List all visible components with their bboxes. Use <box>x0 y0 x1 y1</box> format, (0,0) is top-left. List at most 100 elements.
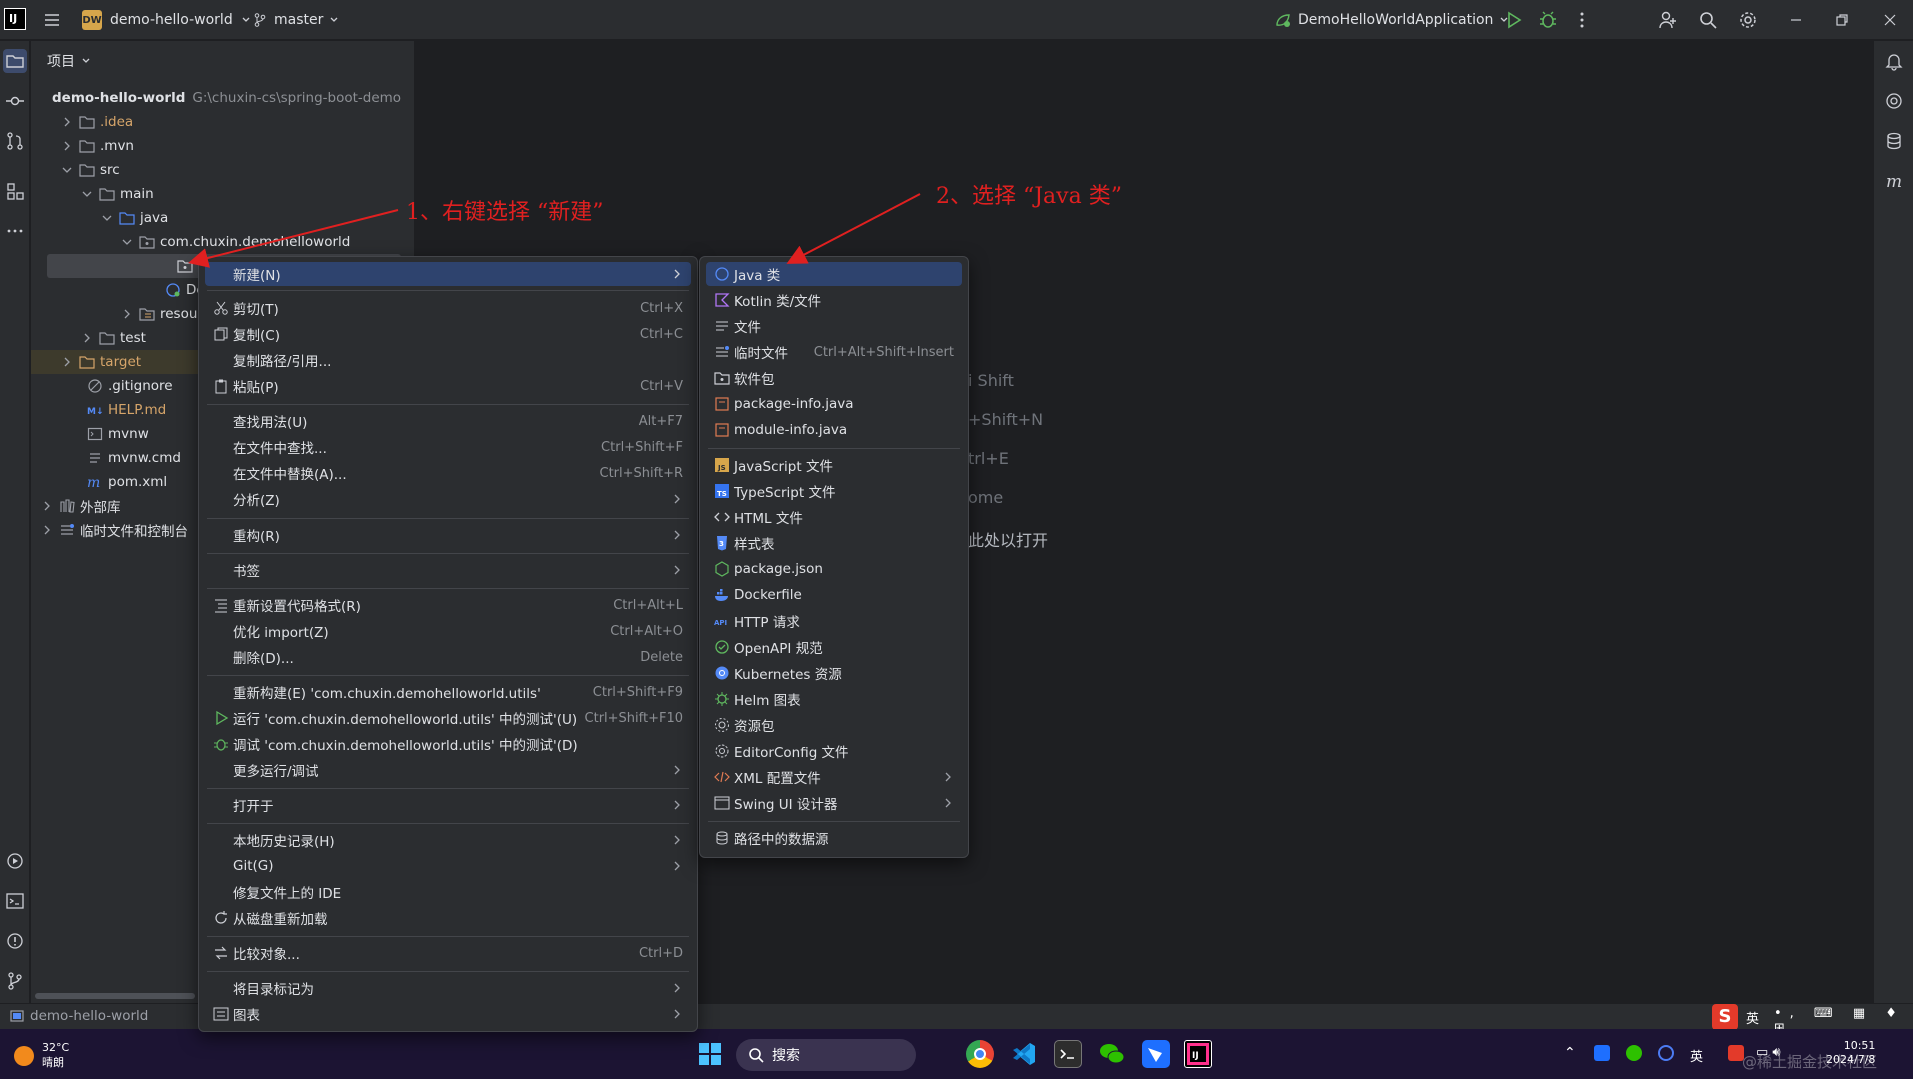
submenu-item-package-info[interactable]: package-info.java <box>706 392 962 416</box>
submenu-item-package-json[interactable]: package.json <box>706 557 962 581</box>
menu-item-rebuild[interactable]: 重新构建(E) 'com.chuxin.demohelloworld.utils… <box>205 680 691 704</box>
more-actions-icon[interactable] <box>1572 10 1592 30</box>
submenu-item-openapi[interactable]: OpenAPI 规范 <box>706 635 962 659</box>
services-icon[interactable] <box>5 851 25 871</box>
main-menu-icon[interactable] <box>42 10 62 30</box>
ime-mode[interactable]: 英 <box>1746 1008 1759 1027</box>
tree-item[interactable]: main <box>31 182 401 206</box>
submenu-item-html[interactable]: HTML 文件 <box>706 505 962 529</box>
menu-item-open-in[interactable]: 打开于 <box>205 793 691 817</box>
tree-item[interactable]: .idea <box>31 110 401 134</box>
code-with-me-icon[interactable] <box>1658 10 1678 30</box>
breadcrumb[interactable]: demo-hello-world <box>10 1008 148 1024</box>
project-folder-icon[interactable] <box>3 49 27 73</box>
structure-icon[interactable] <box>5 181 25 201</box>
submenu-item-data-source[interactable]: 路径中的数据源 <box>706 826 962 850</box>
tree-item[interactable]: src <box>31 158 401 182</box>
tree-item[interactable]: java <box>31 206 401 230</box>
submenu-item-java-class[interactable]: Java 类 <box>706 262 962 286</box>
minimize-icon[interactable] <box>1786 10 1806 30</box>
menu-item-find-in-files[interactable]: 在文件中查找... Ctrl+Shift+F <box>205 435 691 459</box>
submenu-item-package[interactable]: 软件包 <box>706 366 962 390</box>
submenu-item-swing-ui[interactable]: Swing UI 设计器 <box>706 791 962 815</box>
database-icon[interactable] <box>1884 131 1904 151</box>
tree-root[interactable]: demo-hello-world G:\chuxin-cs\spring-boo… <box>31 86 401 110</box>
tree-item[interactable]: .mvn <box>31 134 401 158</box>
submenu-item-kotlin[interactable]: Kotlin 类/文件 <box>706 288 962 312</box>
submenu-item-xml-config[interactable]: XML 配置文件 <box>706 765 962 789</box>
terminal-icon[interactable] <box>5 891 25 911</box>
menu-item-refactor[interactable]: 重构(R) <box>205 523 691 547</box>
language-indicator[interactable]: 英 <box>1690 1046 1703 1065</box>
tray-feishu-icon[interactable] <box>1594 1045 1610 1061</box>
submenu-item-helm-chart[interactable]: Helm 图表 <box>706 687 962 711</box>
menu-item-new[interactable]: 新建(N) <box>205 262 691 286</box>
vscode-icon[interactable] <box>1010 1040 1038 1068</box>
tray-wechat-icon[interactable] <box>1626 1045 1642 1061</box>
restore-icon[interactable] <box>1832 10 1852 30</box>
submenu-item-typescript[interactable]: TS TypeScript 文件 <box>706 479 962 503</box>
menu-item-bookmarks[interactable]: 书签 <box>205 558 691 582</box>
menu-item-find-usages[interactable]: 查找用法(U) Alt+F7 <box>205 409 691 433</box>
maven-icon[interactable]: m <box>1884 171 1904 191</box>
submenu-item-kubernetes[interactable]: Kubernetes 资源 <box>706 661 962 685</box>
menu-item-reload-from-disk[interactable]: 从磁盘重新加载 <box>205 906 691 930</box>
submenu-item-dockerfile[interactable]: Dockerfile <box>706 583 962 607</box>
pull-requests-icon[interactable] <box>5 131 25 151</box>
wechat-icon[interactable] <box>1098 1040 1126 1068</box>
taskbar-search[interactable]: 搜索 <box>736 1039 916 1071</box>
submenu-item-javascript[interactable]: JS JavaScript 文件 <box>706 453 962 477</box>
sogou-ime-icon[interactable]: S <box>1712 1004 1738 1030</box>
menu-item-paste[interactable]: 粘贴(P) Ctrl+V <box>205 374 691 398</box>
menu-item-debug-tests[interactable]: 调试 'com.chuxin.demohelloworld.utils' 中的测… <box>205 732 691 756</box>
menu-item-compare-with[interactable]: 比较对象... Ctrl+D <box>205 941 691 965</box>
menu-item-local-history[interactable]: 本地历史记录(H) <box>205 828 691 852</box>
menu-item-git[interactable]: Git(G) <box>205 854 691 878</box>
debug-icon[interactable] <box>1538 10 1558 30</box>
submenu-item-resource-bundle[interactable]: 资源包 <box>706 713 962 737</box>
submenu-item-editorconfig[interactable]: EditorConfig 文件 <box>706 739 962 763</box>
submenu-item-scratch-file[interactable]: 临时文件 Ctrl+Alt+Shift+Insert <box>706 340 962 364</box>
menu-item-mark-directory-as[interactable]: 将目录标记为 <box>205 976 691 1000</box>
run-icon[interactable] <box>1504 10 1524 30</box>
menu-item-replace-in-files[interactable]: 在文件中替换(A)... Ctrl+Shift+R <box>205 461 691 485</box>
intellij-taskbar-icon[interactable]: IJ <box>1184 1040 1212 1068</box>
feishu-icon[interactable] <box>1142 1040 1170 1068</box>
close-icon[interactable] <box>1880 10 1900 30</box>
git-icon[interactable] <box>5 971 25 991</box>
notifications-bell-icon[interactable] <box>1884 51 1904 71</box>
windows-start-icon[interactable] <box>696 1040 724 1068</box>
submenu-item-http-request[interactable]: API HTTP 请求 <box>706 609 962 633</box>
problems-icon[interactable] <box>5 931 25 951</box>
menu-item-optimize-imports[interactable]: 优化 import(Z) Ctrl+Alt+O <box>205 619 691 643</box>
submenu-item-stylesheet[interactable]: 3 样式表 <box>706 531 962 555</box>
tree-item[interactable]: com.chuxin.demohelloworld <box>31 230 401 254</box>
horizontal-scrollbar[interactable] <box>35 993 195 999</box>
settings-gear-icon[interactable] <box>1738 10 1758 30</box>
menu-item-run-tests[interactable]: 运行 'com.chuxin.demohelloworld.utils' 中的测… <box>205 706 691 730</box>
submenu-item-module-info[interactable]: module-info.java <box>706 418 962 442</box>
ai-assistant-icon[interactable] <box>1884 91 1904 111</box>
submenu-item-file[interactable]: 文件 <box>706 314 962 338</box>
menu-item-reformat-code[interactable]: 重新设置代码格式(R) Ctrl+Alt+L <box>205 593 691 617</box>
project-panel-header[interactable]: 项目 <box>47 51 91 71</box>
menu-item-diagrams[interactable]: 图表 <box>205 1002 691 1026</box>
menu-item-copy-path[interactable]: 复制路径/引用... <box>205 348 691 372</box>
more-tools-icon[interactable] <box>5 221 25 241</box>
menu-item-repair-ide[interactable]: 修复文件上的 IDE <box>205 880 691 904</box>
commit-icon[interactable] <box>5 91 25 111</box>
chrome-icon[interactable] <box>966 1040 994 1068</box>
menu-item-copy[interactable]: 复制(C) Ctrl+C <box>205 322 691 346</box>
menu-item-delete[interactable]: 删除(D)... Delete <box>205 645 691 669</box>
tray-app-icon[interactable] <box>1658 1045 1674 1061</box>
menu-item-cut[interactable]: 剪切(T) Ctrl+X <box>205 296 691 320</box>
run-config-selector[interactable]: DemoHelloWorldApplication <box>1274 8 1509 32</box>
menu-item-more-run-debug[interactable]: 更多运行/调试 <box>205 758 691 782</box>
menu-item-analyze[interactable]: 分析(Z) <box>205 487 691 511</box>
vcs-branch-selector[interactable]: master <box>252 8 339 32</box>
search-icon[interactable] <box>1698 10 1718 30</box>
project-selector[interactable]: DW demo-hello-world <box>82 8 251 32</box>
tray-overflow-icon[interactable]: ⌃ <box>1564 1045 1576 1061</box>
terminal-app-icon[interactable] <box>1054 1040 1082 1068</box>
weather-widget[interactable]: 32°C 晴朗 <box>14 1041 69 1070</box>
